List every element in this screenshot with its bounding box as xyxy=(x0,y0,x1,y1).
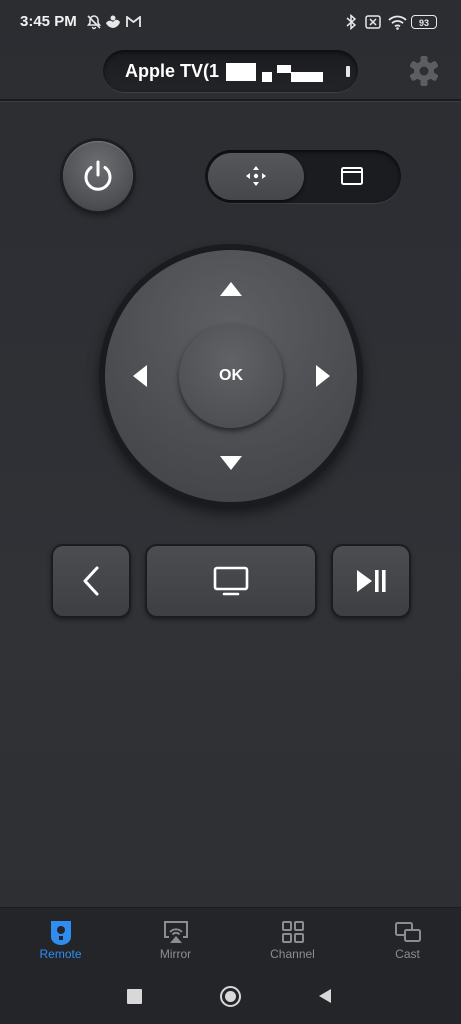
airplay-icon xyxy=(162,919,190,945)
tv-icon xyxy=(213,566,249,596)
dpad-up-button[interactable] xyxy=(216,274,246,304)
recents-button[interactable] xyxy=(127,989,142,1004)
chevron-left-icon xyxy=(83,566,99,596)
play-pause-button[interactable] xyxy=(331,544,411,618)
cursor-caret xyxy=(346,66,350,77)
mode-touchpad-button[interactable] xyxy=(305,153,398,200)
no-sim-icon xyxy=(364,12,382,32)
triangle-left-icon xyxy=(319,989,331,1003)
nav-label-channel: Channel xyxy=(270,947,315,961)
power-icon xyxy=(84,160,112,191)
touchpad-icon xyxy=(341,167,363,185)
bottom-nav: Remote Mirror Channel Cast xyxy=(0,907,461,976)
dpad-move-icon xyxy=(246,166,266,186)
redacted-block xyxy=(226,63,256,81)
nav-cast[interactable]: Cast xyxy=(350,908,461,976)
status-time: 3:45 PM xyxy=(20,13,77,30)
dpad-right-button[interactable] xyxy=(308,361,338,391)
back-system-button[interactable] xyxy=(318,988,332,1009)
triangle-left-icon xyxy=(133,365,147,387)
device-selector[interactable]: Apple TV(1 xyxy=(103,50,358,92)
remote-icon xyxy=(49,919,73,945)
bell-off-icon xyxy=(85,12,103,32)
gmail-icon xyxy=(125,12,141,32)
system-nav-bar xyxy=(0,975,461,1024)
nav-label-mirror: Mirror xyxy=(159,947,192,961)
ok-button[interactable]: OK xyxy=(179,324,283,428)
header-divider xyxy=(0,99,461,101)
nav-mirror[interactable]: Mirror xyxy=(118,908,233,976)
redacted-block xyxy=(262,72,272,82)
dpad-left-button[interactable] xyxy=(125,361,155,391)
mode-dpad-button[interactable] xyxy=(208,153,304,200)
wifi-icon xyxy=(387,12,407,32)
dpad: OK xyxy=(105,250,357,502)
nav-remote[interactable]: Remote xyxy=(3,908,118,976)
device-name: Apple TV(1 xyxy=(125,61,220,81)
dpad-down-button[interactable] xyxy=(216,448,246,478)
home-dot xyxy=(225,991,236,1002)
nav-label-cast: Cast xyxy=(395,947,420,961)
grid-icon xyxy=(281,919,305,945)
home-button[interactable] xyxy=(145,544,317,618)
nav-channel[interactable]: Channel xyxy=(235,908,350,976)
back-button[interactable] xyxy=(51,544,131,618)
triangle-down-icon xyxy=(220,456,242,470)
input-mode-toggle xyxy=(205,150,401,203)
power-button[interactable] xyxy=(63,141,133,211)
nav-label-remote: Remote xyxy=(39,947,82,961)
triangle-up-icon xyxy=(220,282,242,296)
home-system-button[interactable] xyxy=(220,986,241,1007)
bluetooth-icon xyxy=(344,12,358,32)
settings-button[interactable] xyxy=(406,55,442,87)
cast-icon xyxy=(394,919,422,945)
dpad-ring: OK xyxy=(99,244,363,508)
triangle-right-icon xyxy=(316,365,330,387)
redacted-block xyxy=(291,72,323,82)
cloud-bird-icon xyxy=(104,12,122,32)
play-pause-icon xyxy=(357,570,386,592)
gear-icon xyxy=(409,56,439,86)
battery-icon: 93 xyxy=(411,15,437,29)
status-bar: 3:45 PM 93 xyxy=(0,0,461,44)
redacted-block xyxy=(277,65,291,73)
